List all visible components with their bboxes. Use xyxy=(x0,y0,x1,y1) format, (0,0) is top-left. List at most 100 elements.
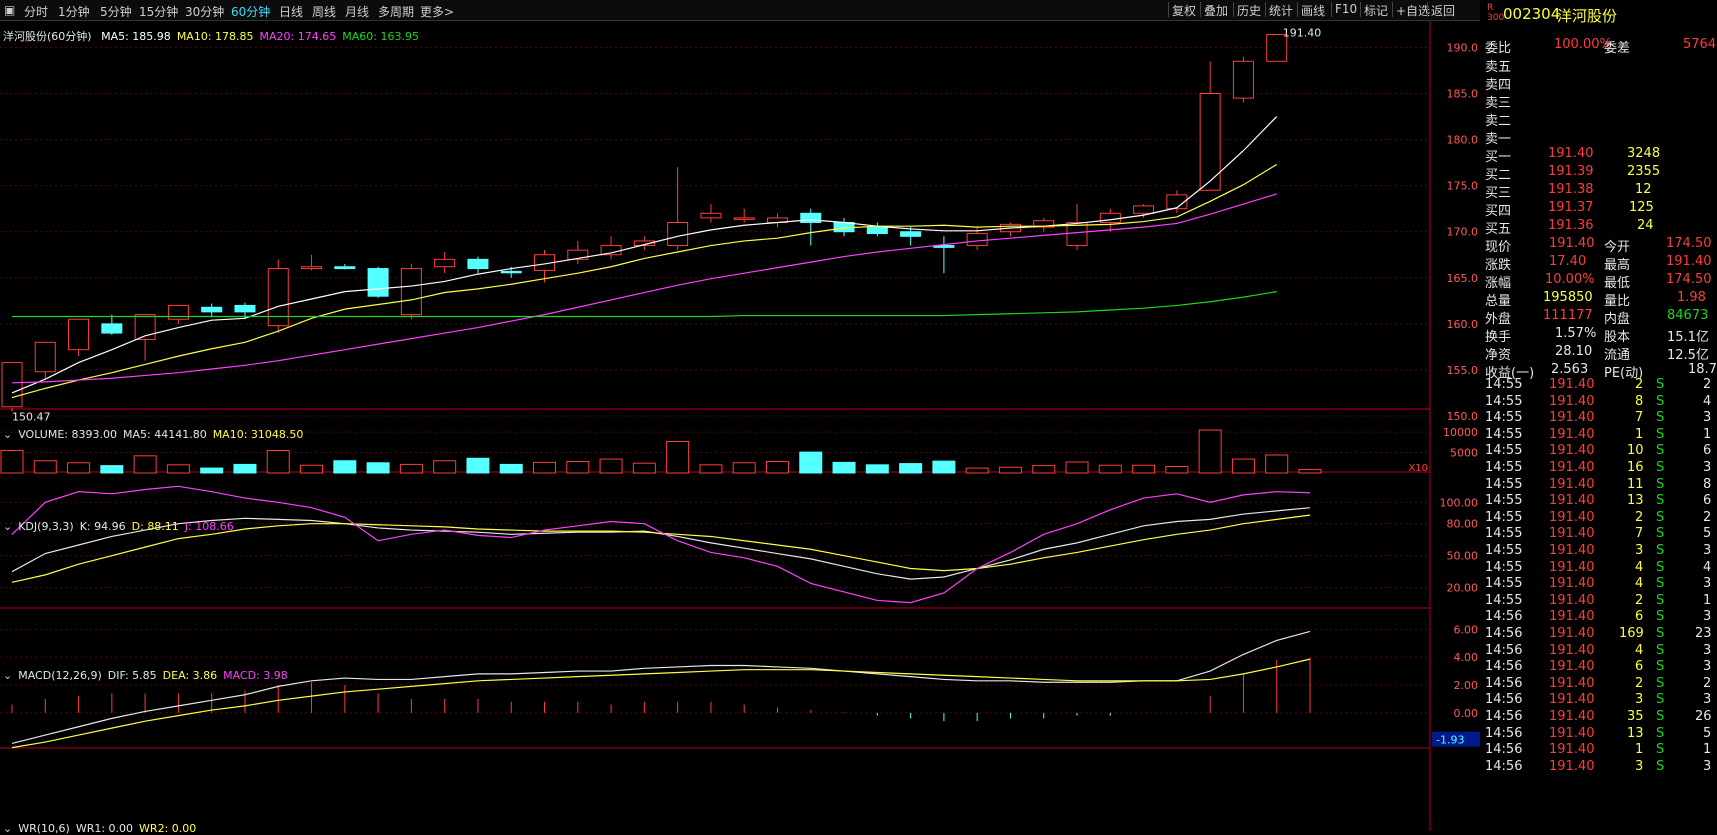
volume-unit: X10 xyxy=(1408,463,1428,474)
stat2-row: 换手 1.57% 股本 15.1亿 xyxy=(1485,326,1709,345)
trade-row: 14:55 191.40 4 S 3 xyxy=(1485,576,1712,592)
volume-bar xyxy=(965,467,989,474)
ask-row: 卖一 xyxy=(1485,132,1512,147)
period-tab-4[interactable]: 30分钟 xyxy=(185,3,224,20)
volume-bar xyxy=(699,464,723,474)
period-tab-9[interactable]: 多周期 xyxy=(378,3,414,20)
stat-row: 涨幅 10.00% 最低 174.50 xyxy=(1485,272,1712,291)
trade-row: 14:56 191.40 35 S 26 xyxy=(1485,709,1712,724)
volume-bar xyxy=(832,461,856,474)
candle-body xyxy=(866,226,888,235)
low-label: 150.47 xyxy=(12,411,51,424)
wr-legend: ⌄ WR(10,6) WR1: 0.00 WR2: 0.00 xyxy=(3,822,208,835)
candle-body xyxy=(301,266,323,270)
period-tab-2[interactable]: 5分钟 xyxy=(100,3,132,20)
period-tab-5[interactable]: 60分钟 xyxy=(231,3,270,20)
y-tick-label: 150.0 xyxy=(1447,410,1479,423)
macd-legend-item: DIF: 5.85 xyxy=(107,669,157,682)
period-tab-7[interactable]: 周线 xyxy=(312,3,336,20)
y-tick-label: 160.0 xyxy=(1447,318,1479,331)
volume-bar xyxy=(1231,458,1255,474)
volume-bar xyxy=(266,450,290,474)
stat-row: 涨跌 17.40 最高 191.40 xyxy=(1485,254,1712,273)
candle-body xyxy=(467,258,489,270)
kline-chart[interactable]: 190.0 185.0 180.0 175.0 170.0 165.0 160.0 155.0… xyxy=(0,21,1480,831)
ma-legend-item: MA60: 163.95 xyxy=(342,30,419,43)
volume-bar xyxy=(366,462,390,474)
collapse-icon[interactable]: ⌄ xyxy=(3,520,12,533)
toolbar-button-1[interactable]: 叠加 xyxy=(1200,2,1231,18)
period-tab-0[interactable]: 分时 xyxy=(24,3,48,20)
collapse-icon[interactable]: ⌄ xyxy=(3,428,12,441)
trade-row: 14:55 191.40 7 S 5 xyxy=(1485,526,1712,542)
bid-row: 买五 191.36 24 xyxy=(1485,218,1654,237)
macd-legend-item: MACD: 3.98 xyxy=(223,669,288,682)
volume-bar xyxy=(67,462,91,474)
candle-body xyxy=(101,323,123,334)
trade-row: 14:55 191.40 1 S 1 xyxy=(1485,426,1712,442)
toolbar-button-3[interactable]: 统计 xyxy=(1265,2,1296,18)
y-tick-label: 165.0 xyxy=(1447,272,1479,285)
trade-row: 14:56 191.40 2 S 2 xyxy=(1485,675,1712,691)
trade-row: 14:55 191.40 2 S 1 xyxy=(1485,592,1712,608)
volume-bar xyxy=(1098,464,1122,474)
y-tick-label: 185.0 xyxy=(1447,88,1479,101)
kdj-k-line xyxy=(11,507,1311,580)
candle-body xyxy=(1133,205,1155,214)
y-tick-label: 155.0 xyxy=(1447,364,1479,377)
period-tab-3[interactable]: 15分钟 xyxy=(139,3,178,20)
volume-bar xyxy=(100,465,124,474)
candle-body xyxy=(1232,60,1254,99)
trade-row: 14:56 191.40 6 S 3 xyxy=(1485,659,1712,675)
kdj-legend-item: K: 94.96 xyxy=(79,520,126,533)
trade-row: 14:55 191.40 16 S 3 xyxy=(1485,460,1712,475)
volume-bar xyxy=(799,451,823,474)
volume-bar xyxy=(998,466,1022,474)
volume-bar xyxy=(899,463,923,474)
ask-row: 卖五 xyxy=(1485,60,1512,75)
volume-legend: ⌄ VOLUME: 8393.00 MA5: 44141.80 MA10: 31048… xyxy=(3,428,315,441)
quote-panel: R 300 002304 洋河股份 委比 100.00% 委差 5764 卖五 卖四… xyxy=(1483,0,1717,831)
volume-bar xyxy=(666,441,690,474)
y-tick-label: 6.00 xyxy=(1454,623,1479,636)
candle-body xyxy=(1,362,23,408)
period-tab-6[interactable]: 日线 xyxy=(279,3,303,20)
volume-bar xyxy=(765,461,789,474)
volume-bar xyxy=(732,462,756,474)
y-tick-label: 0.00 xyxy=(1454,707,1479,720)
collapse-icon[interactable]: ⌄ xyxy=(3,669,12,682)
ask-row: 卖四 xyxy=(1485,78,1512,93)
ma-legend-item: MA20: 174.65 xyxy=(259,30,337,43)
ma60-line xyxy=(12,291,1277,318)
y-tick-label: 170.0 xyxy=(1447,226,1479,239)
period-tab-10[interactable]: 更多> xyxy=(420,3,454,20)
volume-legend-item: MA10: 31048.50 xyxy=(212,428,304,441)
candle-body xyxy=(700,212,722,219)
stock-name: 洋河股份 xyxy=(1557,7,1618,25)
kdj-legend: ⌄ KDJ(9,3,3) K: 94.96 D: 88.11 J: 108.66 xyxy=(3,520,246,533)
y-tick-label: 20.00 xyxy=(1447,582,1479,595)
trade-row: 14:55 191.40 7 S 3 xyxy=(1485,410,1712,426)
trade-row: 14:56 191.40 4 S 3 xyxy=(1485,642,1712,658)
toolbar-button-4[interactable]: 画线 xyxy=(1297,2,1328,18)
volume-bar xyxy=(433,460,457,474)
weibi-row: 委比 100.00% 委差 5764 xyxy=(1485,37,1717,56)
collapse-icon[interactable]: ⌄ xyxy=(3,822,12,835)
toggle-icon[interactable]: ▣ xyxy=(4,3,15,17)
volume-legend-item: VOLUME: 8393.00 xyxy=(18,428,117,441)
period-tab-8[interactable]: 月线 xyxy=(345,3,369,20)
volume-bar xyxy=(33,460,57,474)
toolbar-button-2[interactable]: 历史 xyxy=(1233,2,1264,18)
period-tab-1[interactable]: 1分钟 xyxy=(58,3,90,20)
volume-bar xyxy=(533,461,557,474)
volume-bar xyxy=(1198,429,1222,474)
volume-bar xyxy=(166,464,190,474)
toolbar-button-6[interactable]: 标记 xyxy=(1360,2,1391,18)
toolbar-button-5[interactable]: F10 xyxy=(1331,2,1360,17)
candle-body xyxy=(167,304,189,320)
toolbar-button-8[interactable]: 返回 xyxy=(1427,2,1458,18)
high-label: 191.40 xyxy=(1283,27,1322,40)
toolbar-button-0[interactable]: 复权 xyxy=(1168,2,1199,18)
candle-body xyxy=(733,217,755,220)
candle-body xyxy=(500,270,522,274)
